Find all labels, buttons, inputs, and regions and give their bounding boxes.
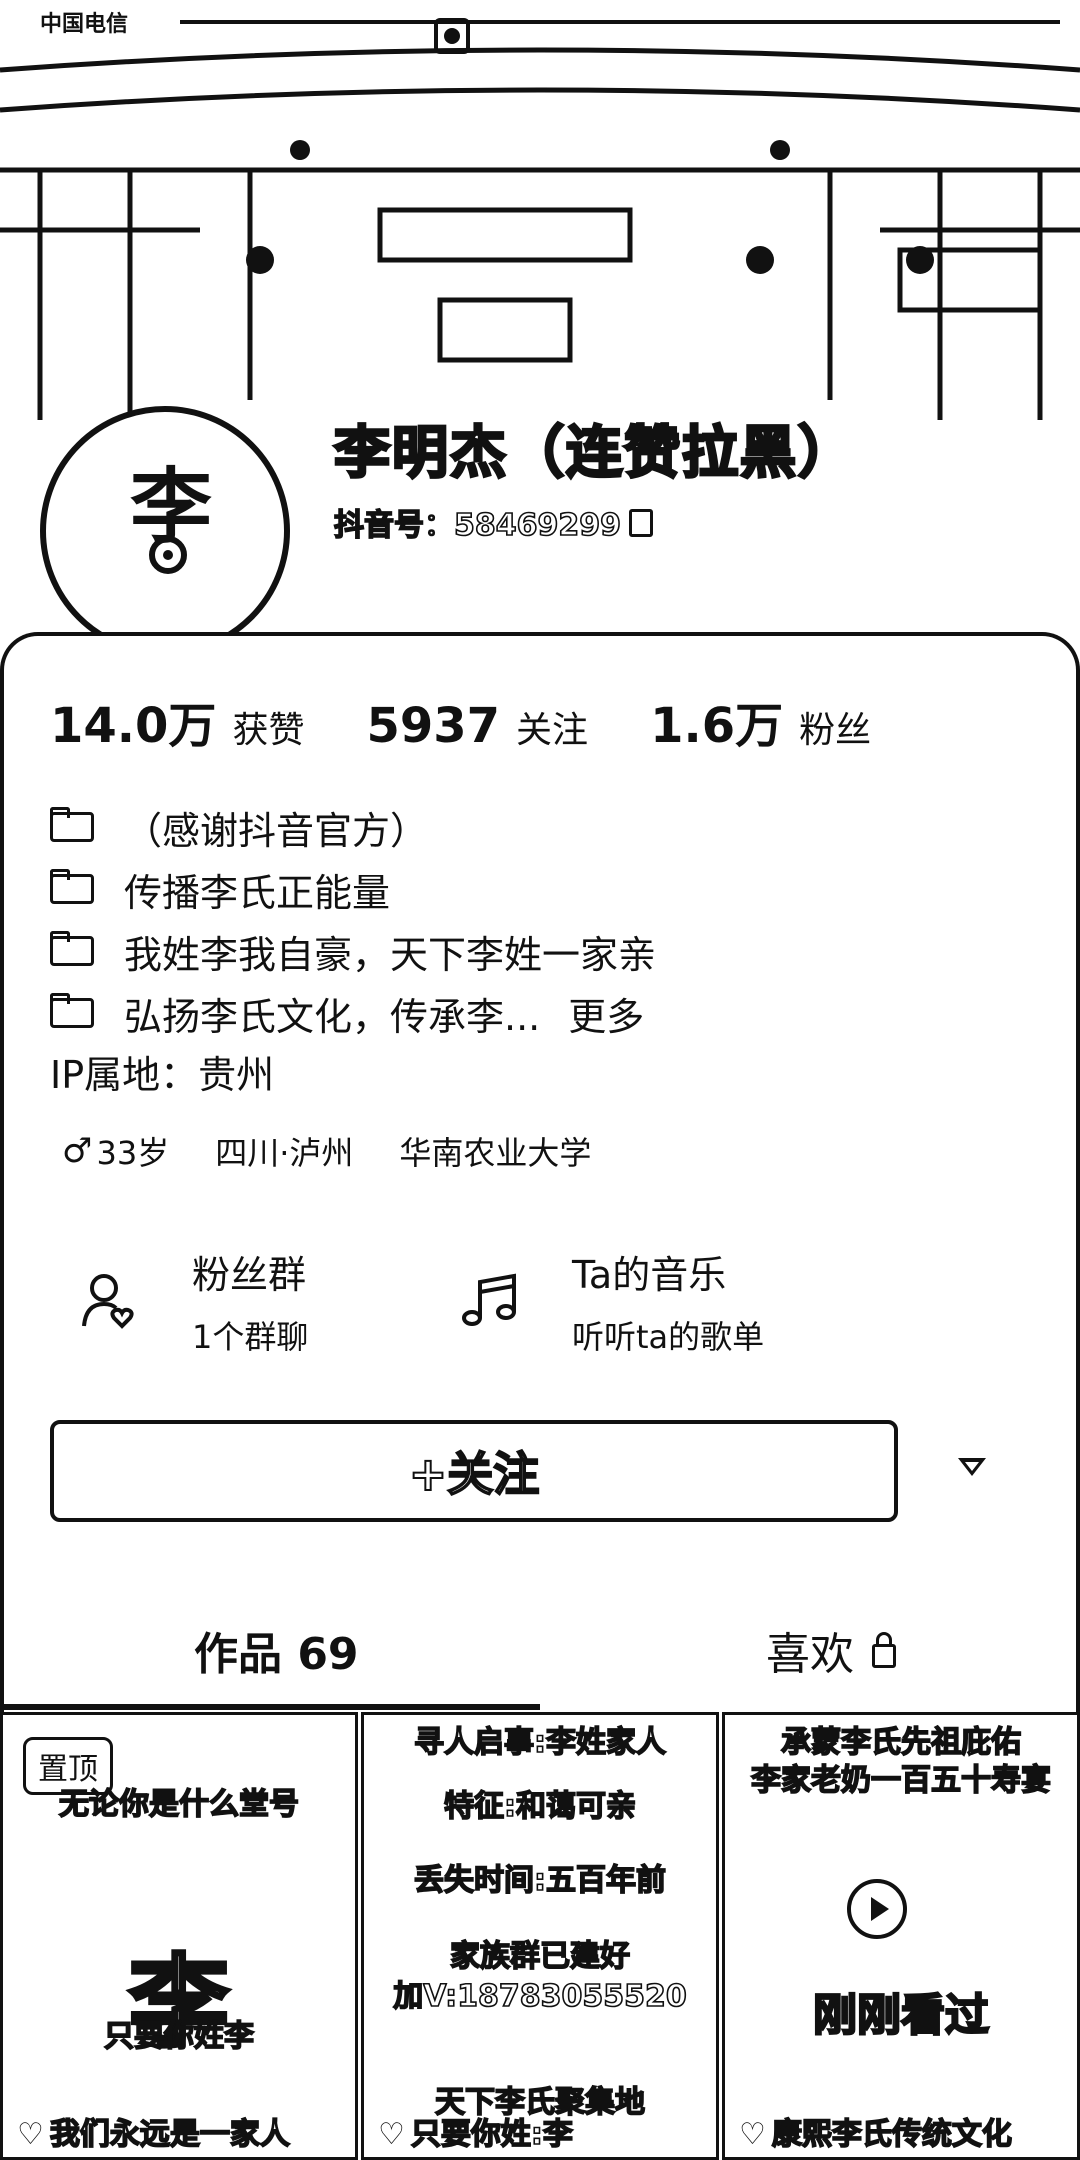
chevron-down-icon[interactable] [958, 1458, 986, 1476]
stat-followers[interactable]: 1.6万 粉丝 [650, 686, 871, 756]
tile-footer-text: 我们永远是一家人 [49, 2116, 291, 2153]
folder-icon [50, 869, 94, 904]
video-tile[interactable]: 寻人启事:李姓家人 特征:和蔼可亲 丢失时间:五百年前 家族群已建好 加V:18… [361, 1712, 719, 2160]
age-tag: ♂ 33岁 [62, 1128, 169, 1174]
stat-label: 关注 [516, 710, 589, 751]
video-grid: 置顶 无论你是什么堂号 李 只要你姓李 ♡ 我们永远是一家人 寻人启事:李姓家人 … [0, 1712, 1080, 2160]
profile-banner: 中国电信 李 李明杰（连赞拉黑） 抖音号：58469299 [0, 0, 1080, 640]
feature-title: Ta的音乐 [572, 1253, 727, 1297]
tab-indicator [0, 1704, 540, 1710]
lock-icon [872, 1632, 896, 1668]
music-icon [462, 1273, 516, 1326]
tile-caption: 李家老奶一百五十寿宴 [750, 1762, 1052, 1799]
tile-footer-text: 只要你姓:李 [410, 2116, 574, 2153]
tile-caption: 寻人启事:李姓家人 [413, 1724, 667, 1761]
douyin-id[interactable]: 抖音号：58469299 [333, 500, 653, 544]
bio-text: 我姓李我自豪，天下李姓一家亲 [124, 932, 657, 977]
tile-footer: ♡ 我们永远是一家人 [17, 2109, 291, 2153]
tab-likes-label: 喜欢 [766, 1629, 854, 1680]
stat-value: 14.0万 [50, 698, 217, 754]
stats-row: 14.0万 获赞 5937 关注 1.6万 粉丝 [50, 686, 933, 756]
stat-value: 5937 [366, 698, 501, 754]
location-tag: 四川·泸州 [215, 1134, 354, 1172]
copy-icon[interactable] [629, 509, 653, 537]
fans-icon [82, 1274, 134, 1329]
tile-caption: 家族群已建好 [449, 1938, 631, 1975]
folder-icon [50, 993, 94, 1028]
folder-icon [50, 931, 94, 966]
bio: （感谢抖音官方） 传播李氏正能量 我姓李我自豪，天下李姓一家亲 弘扬李氏文化，传… [50, 796, 656, 1044]
tile-footer: ♡ 只要你姓:李 [378, 2109, 574, 2153]
feature-title: 粉丝群 [192, 1253, 307, 1297]
feature-subtitle: 1个群聊 [192, 1318, 309, 1356]
avatar-dot-icon [149, 536, 187, 574]
ip-location: IP属地：贵州 [50, 1053, 275, 1097]
stat-following[interactable]: 5937 关注 [366, 698, 588, 754]
stat-label: 获赞 [232, 710, 305, 751]
play-icon [847, 1879, 907, 1939]
heart-icon: ♡ [378, 2117, 405, 2152]
video-tile[interactable]: 承蒙李氏先祖庇佑 李家老奶一百五十寿宴 刚刚看过 ♡ 康熙李氏传统文化 [722, 1712, 1080, 2160]
content-tabs: 作品 69 喜欢 [0, 1600, 1080, 1710]
heart-icon: ♡ [739, 2117, 766, 2152]
school-tag: 华南农业大学 [399, 1134, 592, 1172]
male-icon: ♂ [62, 1131, 93, 1171]
tile-caption: 加V:18783055520 [392, 1978, 687, 2015]
bio-more-link[interactable]: 更多 [568, 986, 644, 1041]
bio-text: （感谢抖音官方） [124, 808, 429, 853]
bio-text: 传播李氏正能量 [124, 870, 391, 915]
folder-icon [50, 807, 94, 842]
tile-footer: ♡ 康熙李氏传统文化 [739, 2109, 1013, 2153]
douyin-id-text: 抖音号：58469299 [333, 507, 622, 544]
just-watched-label: 刚刚看过 [812, 1989, 990, 2042]
tile-footer-text: 康熙李氏传统文化 [771, 2116, 1013, 2153]
tile-caption: 丢失时间:五百年前 [413, 1862, 667, 1899]
tile-caption: 无论你是什么堂号 [58, 1786, 300, 1823]
age-text: 33岁 [96, 1134, 170, 1172]
avatar[interactable]: 李 [40, 406, 290, 640]
stat-value: 1.6万 [650, 698, 784, 754]
heart-icon: ♡ [17, 2117, 44, 2152]
bio-line: 弘扬李氏文化，传承李... 更多 [50, 982, 656, 1044]
tile-caption: 只要你姓李 [103, 2018, 255, 2055]
stat-likes[interactable]: 14.0万 获赞 [50, 686, 304, 756]
feature-subtitle: 听听ta的歌单 [572, 1318, 765, 1356]
bio-line: 我姓李我自豪，天下李姓一家亲 [50, 920, 656, 982]
music-entry[interactable]: Ta的音乐 听听ta的歌单 [458, 1252, 764, 1356]
profile-name: 李明杰（连赞拉黑） [333, 420, 856, 488]
fans-group-entry[interactable]: 粉丝群 1个群聊 [78, 1252, 308, 1356]
bio-line: （感谢抖音官方） [50, 796, 656, 858]
bio-text: 弘扬李氏文化，传承李... [124, 994, 541, 1039]
tile-caption: 特征:和蔼可亲 [443, 1788, 637, 1825]
profile-tags: ♂ 33岁 四川·泸州 华南农业大学 [62, 1128, 637, 1174]
stat-label: 粉丝 [799, 710, 872, 751]
follow-button[interactable]: +关注 [50, 1420, 898, 1522]
tab-likes[interactable]: 喜欢 [766, 1618, 896, 1682]
video-tile[interactable]: 置顶 无论你是什么堂号 李 只要你姓李 ♡ 我们永远是一家人 [0, 1712, 358, 2160]
tab-works[interactable]: 作品 69 [194, 1618, 359, 1682]
bio-line: 传播李氏正能量 [50, 858, 656, 920]
